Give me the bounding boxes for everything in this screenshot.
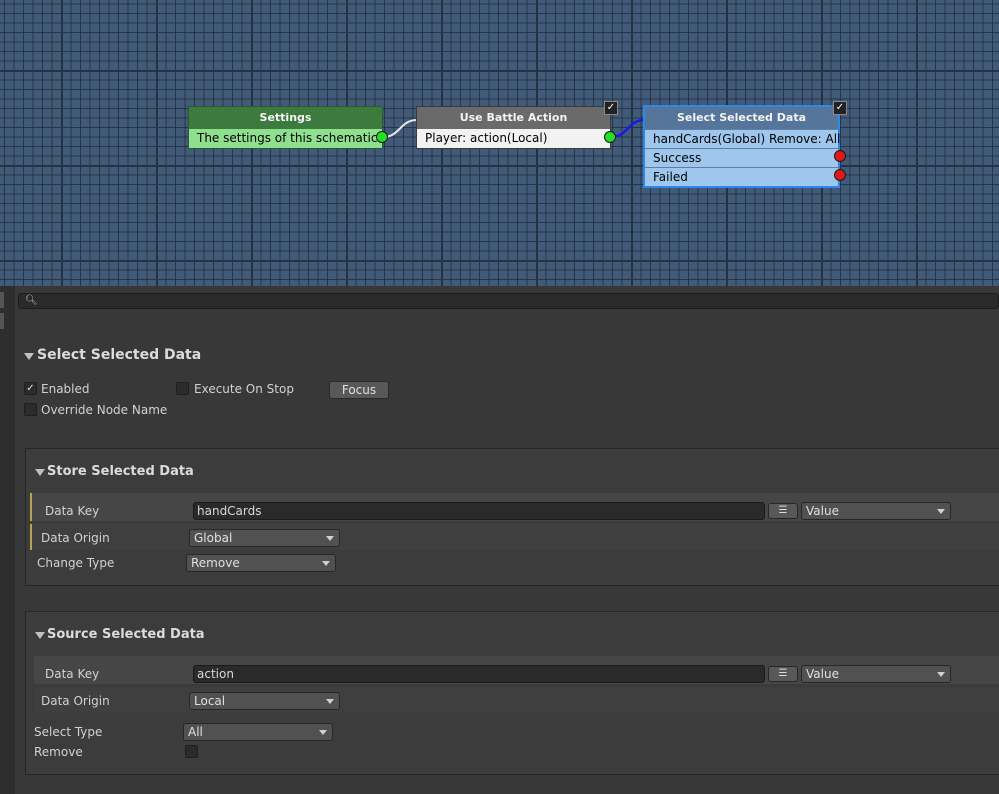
node-row: Player: action(Local) <box>417 129 610 148</box>
node-row: The settings of this schematic. <box>189 129 382 148</box>
failed-port[interactable] <box>834 169 846 181</box>
success-row: Success <box>645 148 838 167</box>
store-data-origin-dropdown[interactable]: Global <box>189 529 340 547</box>
source-heading: Source Selected Data <box>47 627 205 642</box>
execute-on-stop-checkbox[interactable] <box>176 382 189 395</box>
wire-battle-to-select <box>610 118 645 139</box>
side-strip <box>0 286 15 794</box>
chevron-down-icon <box>937 672 945 677</box>
chevron-down-icon <box>322 561 330 566</box>
dropdown-value: All <box>188 725 203 739</box>
collapse-triangle-icon[interactable] <box>35 632 45 639</box>
dropdown-value: Value <box>806 504 839 518</box>
side-tab[interactable] <box>0 313 4 329</box>
node-enabled-checkbox[interactable]: ✓ <box>833 101 847 115</box>
inspector-panel: 🔍︎ Select Selected Data ✓ Enabled Execut… <box>0 286 999 794</box>
remove-label: Remove <box>34 745 83 759</box>
dropdown-value: Local <box>194 694 226 708</box>
focus-button[interactable]: Focus <box>329 381 389 399</box>
use-battle-action-node[interactable]: Use Battle Action Player: action(Local) … <box>416 101 618 149</box>
dropdown-value: Global <box>194 531 233 545</box>
side-tab[interactable] <box>0 292 4 308</box>
select-type-label: Select Type <box>34 725 103 739</box>
node-title: Settings <box>189 107 382 129</box>
output-port[interactable] <box>604 131 616 143</box>
enabled-checkbox[interactable]: ✓ <box>24 382 37 395</box>
store-value-type-dropdown[interactable]: Value <box>801 502 951 520</box>
collapse-triangle-icon[interactable] <box>24 353 34 360</box>
store-key-menu-button[interactable]: ☰ <box>768 503 798 519</box>
store-data-key-input[interactable]: handCards <box>193 502 765 520</box>
dropdown-value: Value <box>806 667 839 681</box>
success-port[interactable] <box>834 150 846 162</box>
data-origin-row <box>34 687 999 713</box>
change-type-dropdown[interactable]: Remove <box>186 554 336 572</box>
change-type-label: Change Type <box>37 556 115 570</box>
chevron-down-icon <box>326 536 334 541</box>
chevron-down-icon <box>319 730 327 735</box>
dropdown-value: Remove <box>191 556 240 570</box>
remove-checkbox[interactable] <box>185 745 198 758</box>
store-data-key-label: Data Key <box>45 504 100 518</box>
node-title: Use Battle Action <box>417 107 610 129</box>
node-title: Select Selected Data <box>645 107 838 129</box>
node-row: handCards(Global) Remove: All <box>645 129 840 148</box>
search-icon: 🔍︎ <box>25 295 38 306</box>
wire-settings-to-battle <box>382 119 418 138</box>
source-data-origin-dropdown[interactable]: Local <box>189 692 340 710</box>
override-node-name-label: Override Node Name <box>41 403 168 417</box>
chevron-down-icon <box>937 509 945 514</box>
source-data-origin-label: Data Origin <box>41 694 110 708</box>
select-type-dropdown[interactable]: All <box>183 723 333 741</box>
section-title: Select Selected Data <box>37 347 202 363</box>
source-value-type-dropdown[interactable]: Value <box>801 665 951 683</box>
collapse-triangle-icon[interactable] <box>35 469 45 476</box>
graph-canvas[interactable]: Settings The settings of this schematic.… <box>0 0 999 286</box>
execute-on-stop-label: Execute On Stop <box>194 382 294 396</box>
output-port[interactable] <box>376 131 388 143</box>
enabled-label: Enabled <box>41 382 90 396</box>
search-field[interactable]: 🔍︎ <box>18 293 999 309</box>
settings-node[interactable]: Settings The settings of this schematic. <box>188 106 388 149</box>
row-accent <box>30 524 32 550</box>
node-enabled-checkbox[interactable]: ✓ <box>604 101 618 115</box>
store-data-origin-label: Data Origin <box>41 531 110 545</box>
store-heading: Store Selected Data <box>47 464 194 479</box>
chevron-down-icon <box>326 699 334 704</box>
source-key-menu-button[interactable]: ☰ <box>768 666 798 682</box>
failed-row: Failed <box>645 167 838 186</box>
data-origin-row <box>30 524 999 550</box>
select-selected-data-node[interactable]: Select Selected Data handCards(Global) R… <box>643 101 847 188</box>
schematic-editor: Settings The settings of this schematic.… <box>0 0 999 794</box>
source-data-key-label: Data Key <box>45 667 100 681</box>
source-data-key-input[interactable]: action <box>193 665 765 683</box>
override-node-name-checkbox[interactable] <box>24 403 37 416</box>
row-accent <box>30 493 32 521</box>
